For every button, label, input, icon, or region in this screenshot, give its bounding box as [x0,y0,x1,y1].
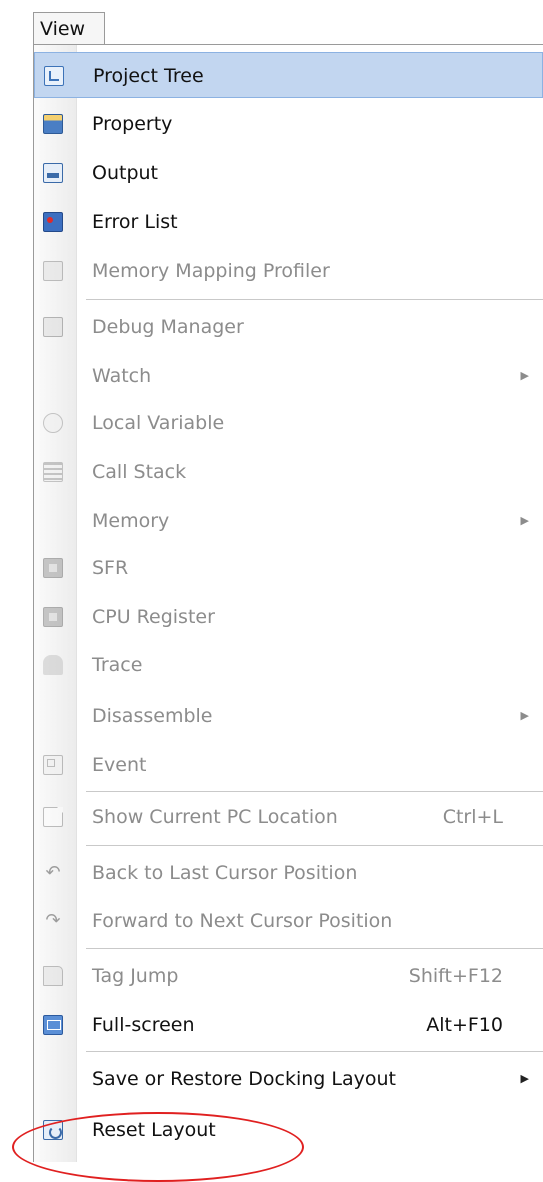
menu-item-label: Memory Mapping Profiler [92,260,330,282]
output-icon [43,163,63,183]
back-arrow-icon: ↶ [45,862,61,883]
menu-item-label: CPU Register [92,606,215,628]
menu-item-show-current-pc[interactable]: Show Current PC Location Ctrl+L [34,794,543,840]
trace-icon [43,655,63,675]
menu-item-label: Forward to Next Cursor Position [92,910,393,932]
menu-item-label: Call Stack [92,461,187,483]
menu-item-label: Disassemble [92,705,213,727]
menu-separator [86,845,543,846]
menu-view[interactable]: View [33,12,105,44]
menu-item-watch[interactable]: Watch ▶ [34,353,543,399]
menu-item-label: Memory [92,510,170,532]
pc-location-icon [43,807,63,827]
menu-item-save-restore-docking[interactable]: Save or Restore Docking Layout ▶ [34,1056,543,1102]
call-stack-icon [43,462,63,482]
full-screen-icon [43,1015,63,1035]
menu-item-label: Output [92,162,158,184]
menu-item-disassemble[interactable]: Disassemble ▶ [34,693,543,739]
menu-item-shortcut: Shift+F12 [408,965,503,987]
submenu-arrow-icon: ▶ [520,709,529,722]
menu-item-label: Tag Jump [92,965,179,987]
debug-manager-icon [43,317,63,337]
local-variable-icon [43,413,63,433]
menu-item-call-stack[interactable]: Call Stack [34,449,543,495]
tag-jump-icon [43,966,63,986]
menu-item-shortcut: Ctrl+L [442,806,503,828]
menu-item-memory-mapping-profiler[interactable]: Memory Mapping Profiler [34,248,543,294]
project-tree-icon [44,66,64,86]
memory-mapping-icon [43,261,63,281]
sfr-icon [43,558,63,578]
submenu-arrow-icon: ▶ [520,1072,529,1085]
menu-item-debug-manager[interactable]: Debug Manager [34,304,543,350]
menu-item-label: Error List [92,211,178,233]
menu-item-trace[interactable]: Trace [34,642,543,688]
menu-item-label: Local Variable [92,412,225,434]
cpu-register-icon [43,607,63,627]
menu-item-event[interactable]: Event [34,742,543,788]
menu-item-tag-jump[interactable]: Tag Jump Shift+F12 [34,953,543,999]
property-icon [43,114,63,134]
menu-item-back-cursor[interactable]: ↶ Back to Last Cursor Position [34,850,543,896]
menu-separator [86,791,543,792]
menu-item-label: Show Current PC Location [92,806,338,828]
menu-item-sfr[interactable]: SFR [34,545,543,591]
menu-item-label: Full-screen [92,1014,195,1036]
event-icon [43,755,63,775]
menu-item-error-list[interactable]: Error List [34,199,543,245]
menu-item-label: Property [92,113,173,135]
submenu-arrow-icon: ▶ [520,369,529,382]
menu-item-label: Project Tree [93,65,204,87]
menu-item-label: Debug Manager [92,316,244,338]
menu-item-label: SFR [92,557,129,579]
error-list-icon [43,212,63,232]
menu-item-full-screen[interactable]: Full-screen Alt+F10 [34,1002,543,1048]
menu-separator [86,1051,543,1052]
highlight-annotation-ellipse [12,1112,304,1182]
menu-item-property[interactable]: Property [34,101,543,147]
menu-item-label: Event [92,754,147,776]
view-menu-dropdown: Project Tree Property Output Error List … [33,44,543,1162]
forward-arrow-icon: ↷ [45,910,61,931]
menu-separator [86,948,543,949]
menu-item-label: Save or Restore Docking Layout [92,1068,396,1090]
menu-item-label: Watch [92,365,152,387]
submenu-arrow-icon: ▶ [520,514,529,527]
menu-item-local-variable[interactable]: Local Variable [34,400,543,446]
menu-item-cpu-register[interactable]: CPU Register [34,594,543,640]
menu-item-project-tree[interactable]: Project Tree [34,52,543,98]
menu-item-label: Back to Last Cursor Position [92,862,358,884]
menu-item-output[interactable]: Output [34,150,543,196]
menu-item-label: Trace [92,654,143,676]
menu-item-forward-cursor[interactable]: ↷ Forward to Next Cursor Position [34,898,543,944]
menu-item-memory[interactable]: Memory ▶ [34,498,543,544]
menu-separator [86,299,543,300]
menu-item-shortcut: Alt+F10 [426,1014,503,1036]
